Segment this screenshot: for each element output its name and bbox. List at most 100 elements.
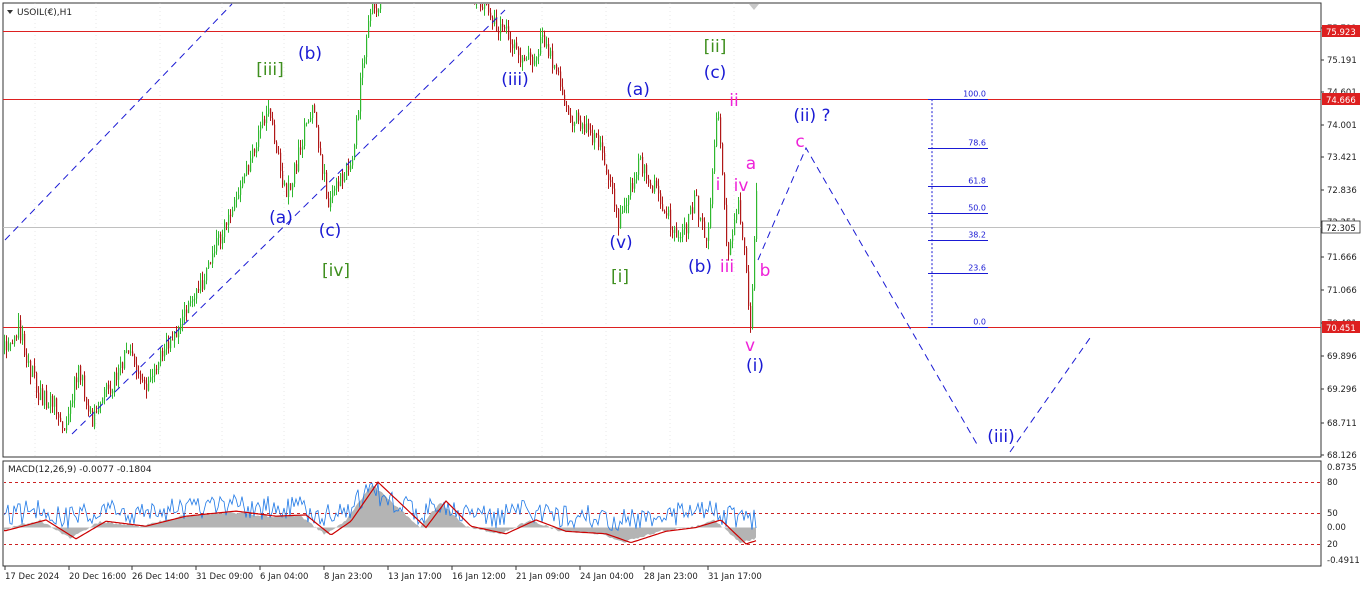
candle-body — [244, 175, 245, 177]
candle-body — [338, 181, 339, 186]
candle-body — [80, 366, 81, 380]
candle-body — [596, 134, 597, 135]
candle-body — [18, 320, 19, 338]
candle-body — [32, 366, 33, 377]
candle-body — [680, 237, 681, 238]
candle-body — [302, 146, 303, 150]
candle-body — [140, 374, 141, 380]
candle-body — [350, 165, 351, 169]
candle-body — [562, 87, 563, 95]
candle-body — [288, 183, 289, 197]
candle-body — [60, 418, 61, 422]
level-price-tag-label: 74.666 — [1326, 96, 1356, 106]
candle-body — [210, 262, 211, 263]
candle-body — [626, 205, 627, 206]
candle-body — [160, 351, 161, 362]
candle-body — [748, 271, 749, 306]
candle-body — [752, 288, 753, 326]
candle-body — [604, 153, 605, 165]
candle-body — [130, 351, 131, 352]
wave-label: (a) — [269, 208, 293, 228]
time-axis-label: 21 Jan 09:00 — [516, 572, 570, 582]
candle-body — [256, 147, 257, 153]
candle-body — [308, 121, 309, 123]
candle-body — [142, 380, 143, 381]
candle-body — [744, 237, 745, 247]
candle-body — [204, 280, 205, 288]
candle-body — [152, 376, 153, 377]
candle-body — [194, 299, 195, 300]
candle-body — [158, 362, 159, 370]
candle-body — [522, 58, 523, 63]
time-axis-label: 13 Jan 17:00 — [388, 572, 442, 582]
candle-body — [314, 105, 315, 112]
candle-body — [172, 340, 173, 341]
candle-body — [282, 171, 283, 185]
candle-body — [232, 210, 233, 215]
candle-body — [524, 58, 525, 60]
candle-body — [216, 238, 217, 252]
symbol-label[interactable]: USOIL(€),H1 — [17, 8, 72, 18]
time-axis-label: 16 Jan 12:00 — [452, 572, 506, 582]
candle-body — [326, 173, 327, 199]
candle-body — [290, 183, 291, 190]
candle-body — [104, 389, 105, 397]
candle-body — [180, 324, 181, 330]
candle-body — [316, 112, 317, 127]
candle-body — [556, 65, 557, 71]
time-axis-label: 17 Dec 2024 — [5, 572, 59, 582]
candle-body — [106, 385, 107, 390]
macd-axis-label: 0.00 — [1327, 523, 1346, 533]
price-axis-label: 72.836 — [1327, 186, 1357, 196]
candle-body — [218, 234, 219, 238]
candle-body — [666, 213, 667, 215]
candle-body — [508, 26, 509, 39]
candle-body — [668, 210, 669, 216]
candle-body — [362, 63, 363, 77]
candle-body — [54, 398, 55, 406]
candle-body — [48, 407, 49, 408]
candle-body — [700, 218, 701, 220]
candle-body — [504, 27, 505, 29]
trading-chart: 100.078.661.850.038.223.60.0 [iii](b)(a)… — [0, 0, 1366, 588]
wave-label: (ii) ? — [793, 106, 830, 126]
candle-body — [734, 220, 735, 235]
candle-body — [230, 215, 231, 216]
price-axis-label: 71.666 — [1327, 253, 1357, 263]
candle-body — [616, 206, 617, 209]
candle-body — [512, 44, 513, 48]
candle-body — [696, 195, 697, 196]
candle-body — [726, 205, 727, 243]
candle-body — [530, 52, 531, 56]
candle-body — [226, 223, 227, 226]
candle-body — [722, 144, 723, 174]
candle-body — [286, 184, 287, 197]
candle-body — [642, 157, 643, 173]
price-axis-label: 73.421 — [1327, 153, 1357, 163]
candle-body — [516, 43, 517, 49]
candle-body — [708, 227, 709, 241]
candle-body — [76, 377, 77, 382]
candle-body — [702, 218, 703, 222]
candle-body — [28, 361, 29, 363]
candle-body — [510, 39, 511, 44]
candle-body — [582, 124, 583, 129]
candle-body — [532, 57, 533, 65]
candle-body — [606, 165, 607, 174]
time-axis-label: 20 Dec 16:00 — [69, 572, 126, 582]
candle-body — [686, 224, 687, 233]
candle-body — [108, 385, 109, 389]
candle-body — [372, 3, 373, 13]
candle-body — [348, 166, 349, 170]
candle-body — [698, 196, 699, 220]
candle-body — [212, 253, 213, 263]
candle-body — [228, 215, 229, 225]
candle-body — [634, 179, 635, 188]
candle-body — [676, 228, 677, 237]
candle-body — [610, 180, 611, 182]
candle-body — [170, 340, 171, 349]
candle-body — [694, 195, 695, 213]
price-axis-label: 74.001 — [1327, 121, 1357, 131]
candle-body — [56, 398, 57, 414]
candle-body — [22, 334, 23, 340]
